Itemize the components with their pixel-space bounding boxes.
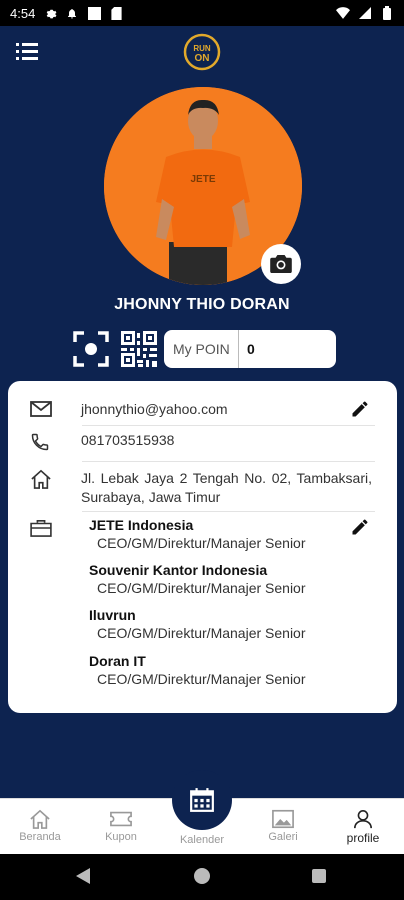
list-menu-icon: [16, 43, 38, 60]
scan-button[interactable]: [73, 331, 109, 367]
phone-icon: [30, 432, 62, 457]
profile-name: JHONNY THIO DORAN: [114, 296, 290, 313]
home-button[interactable]: [194, 868, 210, 884]
profile-info-card: jhonnythio@yahoo.com 081703515938 Jl. Le…: [8, 381, 397, 713]
phone-text: 081703515938: [81, 432, 175, 448]
home-icon: [30, 469, 62, 507]
briefcase-icon: [30, 519, 62, 542]
nav-galeri[interactable]: Galeri: [243, 799, 323, 855]
nav-beranda[interactable]: Beranda: [0, 799, 80, 855]
company-name: Doran IT: [89, 653, 146, 669]
company-role: CEO/GM/Direktur/Manajer Senior: [97, 580, 306, 596]
email-row: jhonnythio@yahoo.com: [30, 401, 375, 422]
company-role: CEO/GM/Direktur/Manajer Senior: [97, 671, 306, 687]
company-item: Doran IT CEO/GM/Direktur/Manajer Senior: [89, 653, 379, 687]
shirt-logo: JETE: [190, 174, 215, 185]
menu-button[interactable]: [16, 41, 40, 63]
company-role: CEO/GM/Direktur/Manajer Senior: [97, 535, 306, 551]
divider: [82, 511, 375, 512]
home-icon: [30, 809, 50, 829]
app-logo: RUN ON: [183, 33, 221, 71]
divider: [82, 461, 375, 462]
calendar-icon: [190, 788, 214, 812]
edit-contact-button[interactable]: [350, 399, 372, 421]
app-bar: RUN ON: [0, 26, 404, 78]
svg-text:ON: ON: [195, 53, 210, 64]
company-item: JETE Indonesia CEO/GM/Direktur/Manajer S…: [89, 517, 379, 551]
sd-card-icon: [109, 6, 123, 20]
company-item: Souvenir Kantor Indonesia CEO/GM/Direktu…: [89, 562, 379, 596]
divider: [82, 425, 375, 426]
svg-text:RUN: RUN: [193, 44, 211, 53]
pencil-icon: [352, 401, 368, 417]
poin-label: My POIN: [164, 330, 239, 368]
company-name: JETE Indonesia: [89, 517, 194, 533]
back-icon[interactable]: [76, 868, 90, 884]
wifi-icon: [336, 6, 350, 20]
address-row: Jl. Lebak Jaya 2 Tengah No. 02, Tambaksa…: [30, 469, 375, 507]
qr-code-icon: [121, 331, 157, 367]
ticket-icon: [110, 811, 132, 827]
signal-icon: [358, 6, 372, 20]
image-icon: [272, 809, 294, 829]
scan-focus-icon: [73, 331, 109, 367]
status-bar: 4:54: [0, 0, 404, 26]
email-text: jhonnythio@yahoo.com: [81, 401, 228, 417]
nav-kupon[interactable]: Kupon: [81, 799, 161, 855]
company-name: Souvenir Kantor Indonesia: [89, 562, 268, 578]
poin-box: My POIN 0: [164, 330, 336, 368]
nav-label: Galeri: [268, 831, 298, 843]
qr-code-button[interactable]: [121, 331, 157, 367]
person-icon: [354, 810, 372, 829]
battery-icon: [380, 6, 394, 20]
app-square-icon: [87, 6, 101, 20]
nav-kalender-label: Kalender: [179, 834, 225, 846]
nav-profile[interactable]: profile: [323, 799, 403, 855]
phone-row: 081703515938: [30, 432, 375, 457]
nav-kalender[interactable]: [172, 770, 232, 830]
nav-label: Kupon: [105, 831, 137, 843]
address-text: Jl. Lebak Jaya 2 Tengah No. 02, Tambaksa…: [81, 470, 372, 505]
company-role: CEO/GM/Direktur/Manajer Senior: [97, 625, 306, 641]
settings-icon: [43, 6, 57, 20]
poin-value: 0: [247, 341, 255, 357]
recent-apps-button[interactable]: [312, 869, 326, 883]
nav-label: profile: [346, 831, 380, 845]
company-name: Iluvrun: [89, 607, 136, 623]
nav-label: Beranda: [19, 831, 61, 843]
mail-icon: [30, 401, 62, 422]
company-item: Iluvrun CEO/GM/Direktur/Manajer Senior: [89, 607, 379, 641]
camera-icon: [270, 255, 292, 273]
status-time: 4:54: [10, 5, 36, 21]
change-photo-button[interactable]: [261, 244, 301, 284]
notification-bell-icon: [65, 6, 79, 20]
system-navigation-bar: [0, 854, 404, 900]
